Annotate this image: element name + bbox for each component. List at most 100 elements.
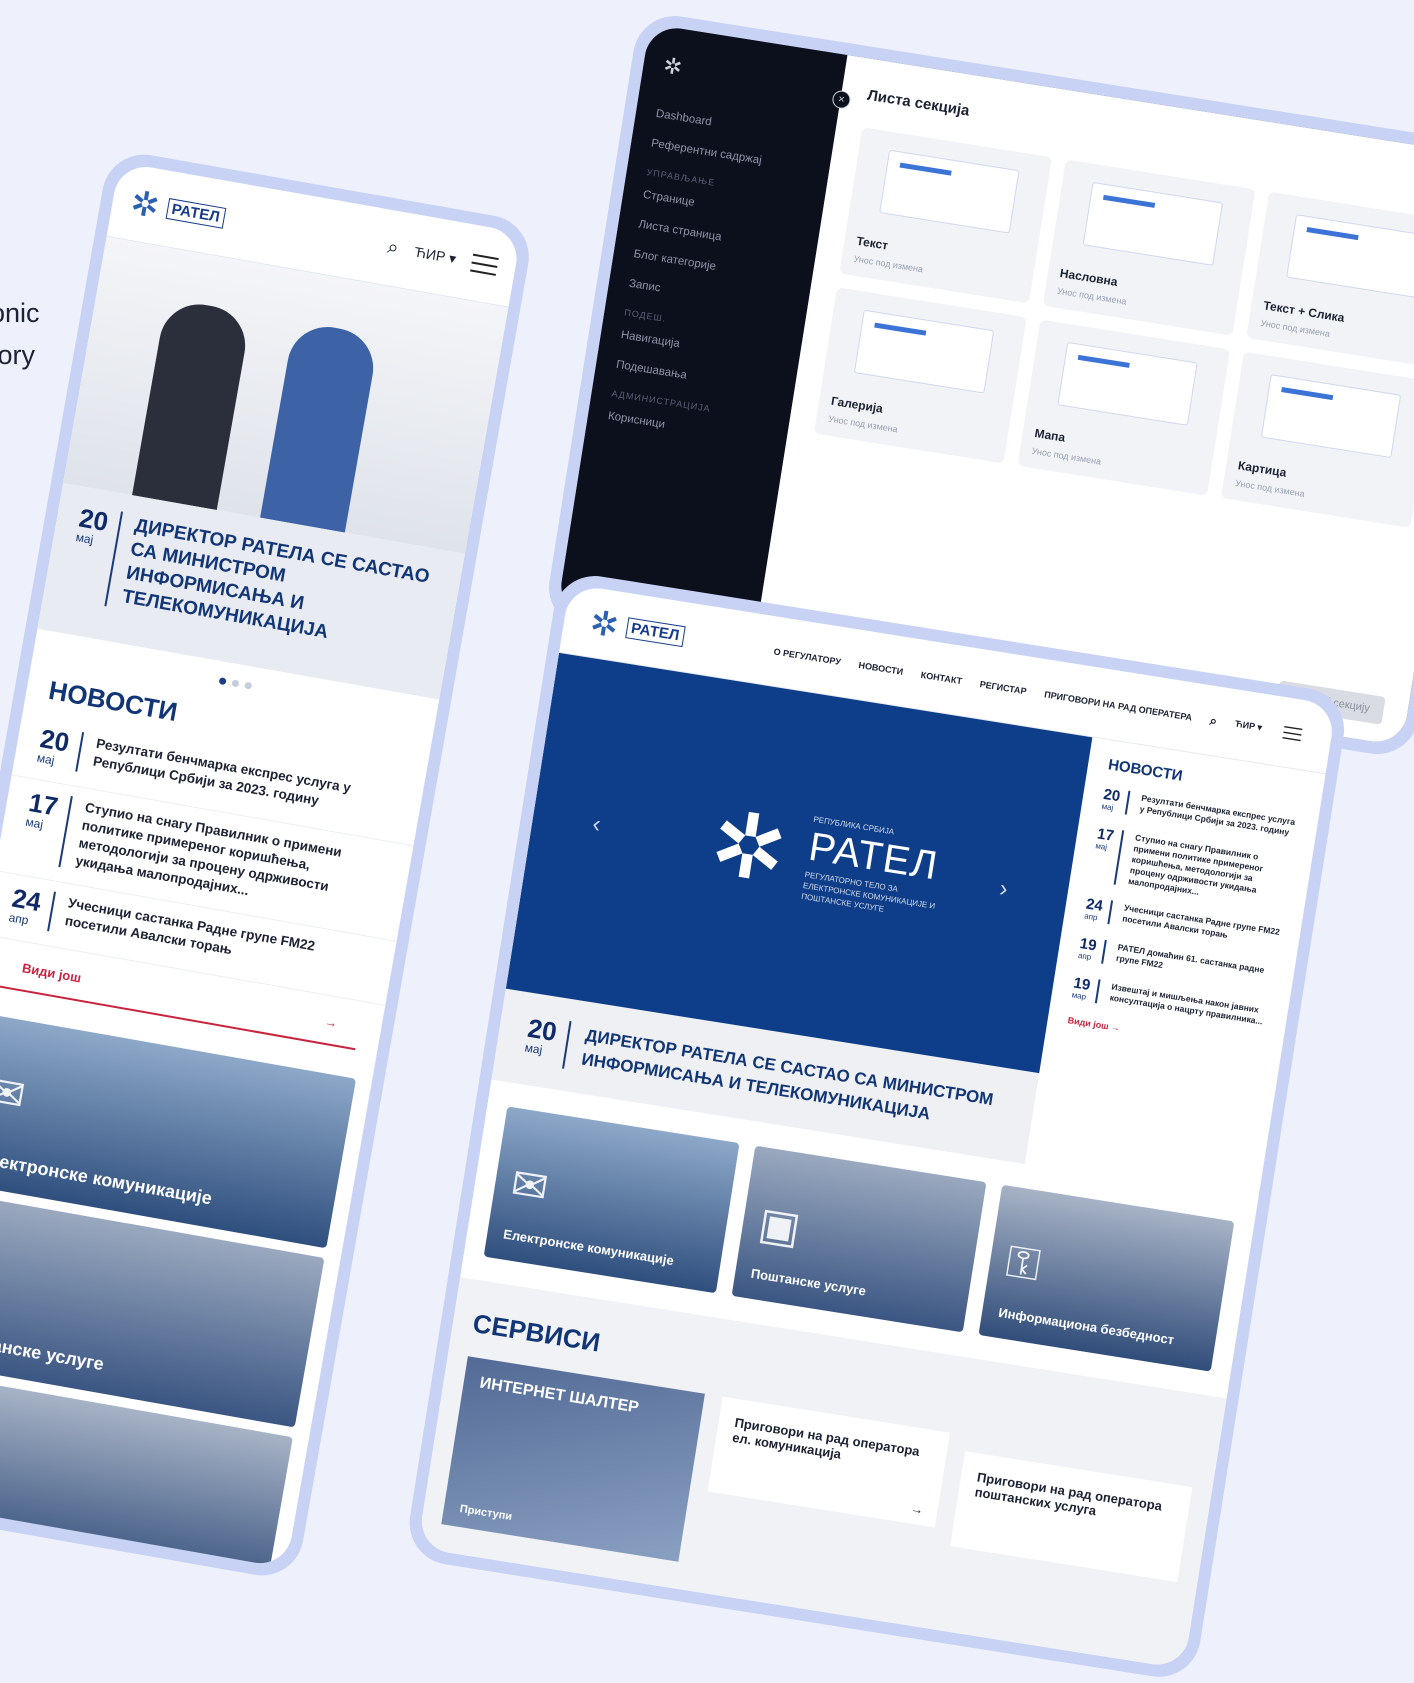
nav-item-contact[interactable]: КОНТАКТ bbox=[920, 669, 963, 685]
section-card[interactable]: Мапа Унос под измена bbox=[1017, 319, 1231, 496]
nav-item-about[interactable]: О РЕГУЛАТОРУ bbox=[773, 646, 842, 667]
lock-icon: ⚿ bbox=[1002, 1236, 1044, 1291]
menu-icon[interactable] bbox=[1282, 725, 1303, 741]
nav-item-register[interactable]: РЕГИСТАР bbox=[979, 679, 1027, 696]
nav-item-complaints[interactable]: ПРИГОВОРИ НА РАД ОПЕРАТЕРА bbox=[1044, 689, 1193, 722]
package-icon: ▣ bbox=[0, 1245, 3, 1302]
date-box: 19 мар bbox=[1071, 975, 1101, 1004]
section-card[interactable]: Картица Унос под измена bbox=[1220, 351, 1414, 528]
admin-menu-item-dashboard[interactable]: Dashboard bbox=[655, 108, 815, 145]
phone-logo[interactable]: ✲ РАТЕЛ bbox=[127, 183, 227, 235]
card-name: Картица bbox=[1237, 458, 1288, 480]
mail-icon: ✉ bbox=[507, 1159, 552, 1214]
card-preview bbox=[1286, 214, 1414, 299]
date-box: 17 мај bbox=[18, 787, 73, 868]
prev-arrow-icon[interactable]: ‹ bbox=[590, 810, 603, 839]
date-box: 20 мај bbox=[522, 1013, 572, 1069]
admin-menu-item-settings[interactable]: Подешавања bbox=[615, 359, 775, 396]
section-card[interactable]: Насловна Унос под измена bbox=[1042, 159, 1256, 336]
card-sub: Унос под измена bbox=[1234, 478, 1306, 499]
language-select[interactable]: ЋИР ▾ bbox=[1234, 719, 1263, 734]
hero-logo: ✲ РЕПУБЛИКА СРБИЈА РАТЕЛ РЕГУЛАТОРНО ТЕЛ… bbox=[703, 792, 953, 924]
card-name: Насловна bbox=[1058, 266, 1119, 289]
internet-counter-title: ИНТЕРНЕТ ШАЛТЕР bbox=[478, 1374, 640, 1417]
card-sub: Унос под измена bbox=[1056, 285, 1128, 307]
slider-dot[interactable] bbox=[243, 681, 252, 690]
logo-star-icon: ✲ bbox=[127, 183, 163, 226]
side-caption: onic tory bbox=[0, 292, 40, 376]
tile-label: Електронске комуникације bbox=[502, 1226, 675, 1269]
card-name: Текст bbox=[855, 233, 890, 253]
arrow-right-icon: → bbox=[323, 1013, 339, 1031]
tile-label: Поштанске услуге bbox=[0, 1326, 106, 1375]
desktop-screen: ✲ РАТЕЛ О РЕГУЛАТОРУ НОВОСТИ КОНТАКТ РЕГИ… bbox=[417, 583, 1337, 1670]
section-grid: Текст Унос под измена Насловна Унос под из… bbox=[813, 127, 1414, 528]
logo-star-icon: ✲ bbox=[587, 603, 622, 646]
see-more-label: Види још bbox=[21, 960, 83, 986]
date-box: 20 мај bbox=[64, 503, 124, 607]
news-title: Ступио на снагу Правилник о примени поли… bbox=[1127, 832, 1264, 897]
date-box: 20 мај bbox=[35, 723, 85, 772]
card-preview bbox=[879, 149, 1020, 234]
desktop-device-frame: ✲ РАТЕЛ О РЕГУЛАТОРУ НОВОСТИ КОНТАКТ РЕГИ… bbox=[403, 570, 1351, 1683]
phone-actions: ⌕ ЋИР ▾ bbox=[386, 236, 500, 278]
tile-information-security[interactable]: ⚿ Информациона безбедност bbox=[978, 1184, 1235, 1372]
card-preview bbox=[1260, 374, 1402, 459]
tile-label: Електронске комуникације bbox=[0, 1147, 214, 1209]
card-sub: Унос под измена bbox=[827, 413, 899, 435]
slider-dot[interactable] bbox=[218, 677, 227, 686]
date-box: 19 апр bbox=[1077, 935, 1107, 964]
card-sub: Унос под измена bbox=[852, 253, 924, 275]
admin-menu-item-record[interactable]: Запис bbox=[628, 278, 788, 315]
language-select[interactable]: ЋИР ▾ bbox=[413, 244, 457, 268]
admin-logo: ✲ bbox=[661, 52, 684, 81]
card-preview bbox=[1082, 181, 1224, 266]
admin-menu-item-page-list[interactable]: Листа страница bbox=[638, 218, 798, 255]
card-sub: Унос под измена bbox=[1031, 445, 1102, 467]
news-title: Извештај и мишљења након јавних консулта… bbox=[1109, 981, 1264, 1027]
nav-item-news[interactable]: НОВОСТИ bbox=[858, 659, 904, 676]
tile-label: Информациона безбедност bbox=[997, 1304, 1176, 1348]
slider-dot[interactable] bbox=[230, 679, 239, 688]
person-left bbox=[132, 298, 252, 511]
menu-icon[interactable] bbox=[470, 253, 499, 276]
desktop-logo[interactable]: ✲ РАТЕЛ bbox=[587, 603, 687, 653]
card-preview bbox=[853, 309, 995, 394]
logo-text: РАТЕЛ bbox=[165, 197, 227, 229]
tile-postal-services[interactable]: ▣ Поштанске услуге bbox=[731, 1145, 987, 1333]
search-icon[interactable]: ⌕ bbox=[1209, 712, 1219, 729]
tile-label: Поштанске услуге bbox=[749, 1265, 868, 1299]
admin-menu-item-blog[interactable]: Блог категорије bbox=[633, 248, 793, 285]
section-card[interactable]: Текст + Слика Унос под измена bbox=[1246, 191, 1414, 368]
side-caption-line-2: tory bbox=[0, 340, 36, 370]
date-box: 24 апр bbox=[7, 883, 56, 932]
logo-text: РАТЕЛ bbox=[624, 617, 686, 648]
desktop-hero-col: ‹ › ✲ РЕПУБЛИКА СРБИЈА РАТЕЛ РЕГУЛАТОРНО… bbox=[491, 652, 1093, 1165]
person-right bbox=[260, 320, 380, 533]
hero-logo-text: РЕПУБЛИКА СРБИЈА РАТЕЛ РЕГУЛАТОРНО ТЕЛО … bbox=[801, 813, 953, 923]
service-card[interactable]: Приговори на рад оператора поштанских ус… bbox=[950, 1451, 1193, 1583]
tile-electronic-communications[interactable]: ✉ Електронске комуникације bbox=[483, 1106, 740, 1294]
section-card[interactable]: Текст Унос под измена bbox=[839, 127, 1053, 304]
side-caption-line-1: onic bbox=[0, 298, 40, 328]
news-title: Учесници састанка Радне групе FM22 посет… bbox=[1121, 902, 1281, 940]
tile-label: Информациона безбедност bbox=[0, 1505, 158, 1569]
date-box: 17 мај bbox=[1089, 825, 1125, 885]
mail-icon: ✉ bbox=[0, 1066, 30, 1122]
card-name: Галерија bbox=[830, 393, 884, 416]
card-name: Мапа bbox=[1033, 426, 1067, 445]
news-title: РАТЕЛ домаћин 61. састанка радне групе F… bbox=[1115, 941, 1265, 976]
hero-star-icon: ✲ bbox=[703, 792, 794, 904]
access-link[interactable]: Приступи bbox=[459, 1503, 513, 1523]
news-item[interactable]: 17 мај Ступио на снагу Правилник о примени… bbox=[1089, 825, 1292, 911]
date-box: 20 мај bbox=[1101, 786, 1131, 815]
admin-menu-item-content[interactable]: Референтни садржај bbox=[650, 137, 810, 174]
card-preview bbox=[1057, 341, 1198, 426]
search-icon[interactable]: ⌕ bbox=[386, 236, 401, 261]
next-arrow-icon[interactable]: › bbox=[997, 875, 1010, 904]
internet-counter-card[interactable]: ИНТЕРНЕТ ШАЛТЕР Приступи bbox=[441, 1356, 705, 1562]
arrow-right-icon: → bbox=[909, 1500, 925, 1518]
section-card[interactable]: Галерија Унос под измена bbox=[813, 287, 1027, 464]
package-icon: ▣ bbox=[755, 1198, 804, 1254]
date-box: 24 апр bbox=[1083, 896, 1114, 925]
